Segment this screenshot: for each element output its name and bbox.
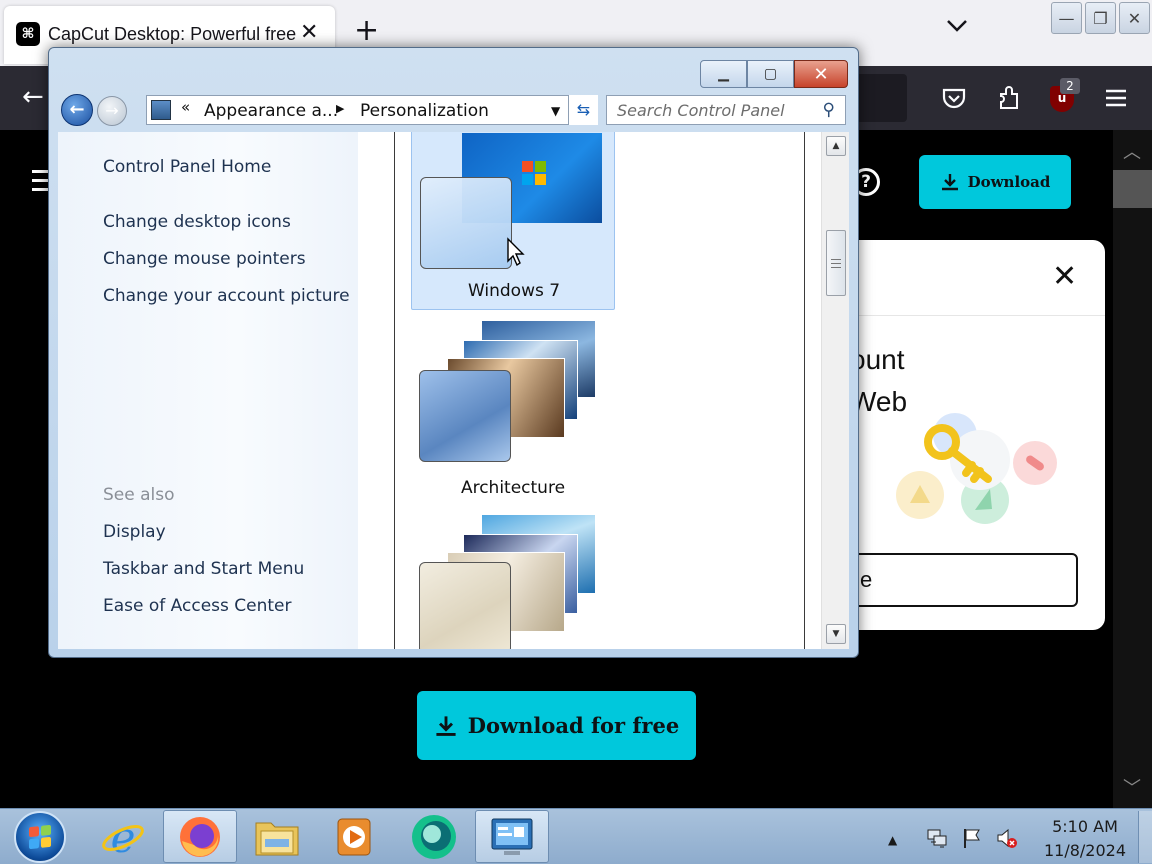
cp-search-input[interactable]: Search Control Panel ⚲ — [606, 95, 846, 125]
scroll-up-icon[interactable]: ︿ — [1123, 138, 1141, 164]
cp-back-arrow-icon[interactable]: ← — [61, 94, 93, 126]
taskbar-control-panel[interactable] — [475, 810, 549, 863]
address-dropdown-icon[interactable]: ▼ — [551, 104, 560, 118]
tab-close-icon[interactable]: ✕ — [300, 20, 318, 45]
login-popup-card: ✕ ount Web e — [820, 240, 1105, 630]
media-player-icon — [337, 818, 371, 855]
outer-restore-icon[interactable]: ❐ — [1085, 2, 1116, 34]
cp-forward-arrow-icon[interactable]: → — [97, 96, 127, 126]
window-color-swatch — [420, 177, 512, 269]
theme-label: Windows 7 — [467, 281, 561, 301]
system-clock[interactable]: 5:10 AM 11/8/2024 — [1030, 815, 1140, 863]
window-color-swatch — [419, 562, 511, 649]
taskbar-firefox[interactable] — [163, 810, 237, 863]
cp-search-placeholder: Search Control Panel — [617, 101, 785, 120]
taskbar-capcut-app[interactable] — [397, 810, 471, 863]
download-for-free-label: Download for free — [467, 713, 680, 738]
taskbar-start-menu-link[interactable]: Taskbar and Start Menu — [103, 559, 304, 579]
cp-task-pane: Control Panel Home Change desktop icons … — [58, 132, 358, 649]
card-action-button[interactable]: e — [830, 553, 1078, 607]
download-icon — [941, 174, 958, 191]
outer-minimize-icon[interactable]: — — [1051, 2, 1082, 34]
theme-label: Architecture — [460, 478, 566, 498]
cp-refresh-icon[interactable]: ⇆ — [568, 95, 598, 125]
breadcrumb-personalization[interactable]: Personalization — [360, 101, 489, 121]
theme-windows-7[interactable]: Windows 7 — [411, 132, 615, 310]
clock-date: 11/8/2024 — [1043, 841, 1127, 860]
download-for-free-button[interactable]: Download for free — [417, 691, 696, 760]
app-menu-icon[interactable] — [1104, 84, 1132, 112]
action-center-flag-icon[interactable] — [961, 827, 983, 849]
cp-scroll-down-icon[interactable]: ▼ — [826, 624, 846, 644]
card-divider — [820, 315, 1105, 316]
window-color-swatch — [419, 370, 511, 462]
browser-back-icon[interactable]: ← — [22, 84, 44, 110]
windows-flag-icon — [29, 824, 51, 850]
taskbar-file-explorer[interactable] — [240, 810, 314, 863]
taskbar-media-player[interactable] — [317, 810, 391, 863]
outer-window-controls: — ❐ ✕ — [1051, 2, 1150, 34]
theme-list: Windows 7 Architecture — [394, 132, 805, 649]
ease-of-access-link[interactable]: Ease of Access Center — [103, 596, 292, 616]
cp-scroll-thumb[interactable] — [826, 230, 846, 296]
page-scroll-thumb[interactable] — [1113, 170, 1152, 208]
download-button-label: Download — [967, 173, 1051, 191]
firefox-icon — [180, 816, 220, 857]
download-button[interactable]: Download — [919, 155, 1071, 209]
volume-muted-icon[interactable] — [996, 827, 1018, 849]
folder-icon — [255, 822, 299, 855]
page-scrollbar[interactable]: ︿ ﹀ — [1113, 130, 1152, 808]
control-panel-window: ▁ ▢ ✕ ← → « Appearance a... ▶ Personaliz… — [48, 47, 859, 658]
change-mouse-pointers-link[interactable]: Change mouse pointers — [103, 249, 306, 269]
breadcrumb-arrow-icon[interactable]: ▶ — [336, 102, 344, 115]
taskbar-internet-explorer[interactable]: e — [86, 810, 160, 863]
ublock-count-badge: 2 — [1060, 78, 1080, 94]
pocket-icon[interactable] — [940, 84, 968, 112]
capcut-app-icon — [412, 814, 456, 859]
control-panel-icon — [151, 100, 171, 120]
change-account-picture-link[interactable]: Change your account picture — [103, 286, 350, 306]
see-also-heading: See also — [103, 485, 175, 505]
display-link[interactable]: Display — [103, 522, 166, 542]
show-desktop-button[interactable] — [1138, 811, 1152, 863]
windows-logo-icon — [522, 161, 546, 185]
clock-time: 5:10 AM — [1052, 817, 1118, 836]
card-close-icon[interactable]: ✕ — [1052, 262, 1077, 292]
cp-close-icon[interactable]: ✕ — [794, 60, 848, 88]
show-hidden-icons-icon[interactable]: ▲ — [888, 833, 897, 847]
cp-scrollbar[interactable]: ▲ ▼ — [821, 132, 849, 649]
breadcrumb-appearance[interactable]: Appearance a... — [204, 101, 338, 121]
change-desktop-icons-link[interactable]: Change desktop icons — [103, 212, 291, 232]
cp-maximize-icon[interactable]: ▢ — [747, 60, 794, 88]
scroll-down-icon[interactable]: ﹀ — [1123, 774, 1141, 800]
tab-title: CapCut Desktop: Powerful free — [48, 24, 297, 44]
control-panel-app-icon — [491, 818, 533, 855]
key-illustration-icon — [896, 413, 1057, 524]
svg-text:e: e — [111, 814, 136, 860]
extensions-puzzle-icon[interactable] — [995, 84, 1023, 112]
cp-minimize-icon[interactable]: ▁ — [700, 60, 747, 88]
taskbar: e ▲ 5:10 AM 11/8/2024 — [0, 808, 1152, 864]
breadcrumb-overflow[interactable]: « — [181, 98, 190, 116]
outer-close-icon[interactable]: ✕ — [1119, 2, 1150, 34]
mouse-cursor-icon — [507, 237, 525, 267]
download-icon — [436, 715, 456, 736]
list-all-tabs-icon[interactable] — [946, 18, 968, 37]
cp-scroll-up-icon[interactable]: ▲ — [826, 136, 846, 156]
theme-third[interactable] — [411, 514, 615, 649]
start-button[interactable] — [14, 811, 66, 863]
new-tab-icon[interactable]: + — [354, 16, 379, 46]
control-panel-home-link[interactable]: Control Panel Home — [103, 157, 271, 177]
theme-architecture[interactable]: Architecture — [411, 320, 615, 500]
cp-content: Control Panel Home Change desktop icons … — [58, 132, 849, 649]
capcut-favicon-icon: ⌘ — [16, 22, 40, 46]
search-icon[interactable]: ⚲ — [823, 100, 835, 120]
internet-explorer-icon: e — [102, 814, 144, 860]
cp-address-bar[interactable]: « Appearance a... ▶ Personalization ▼ — [146, 95, 598, 125]
cp-caption-buttons: ▁ ▢ ✕ — [700, 60, 848, 88]
network-icon[interactable] — [926, 827, 948, 849]
